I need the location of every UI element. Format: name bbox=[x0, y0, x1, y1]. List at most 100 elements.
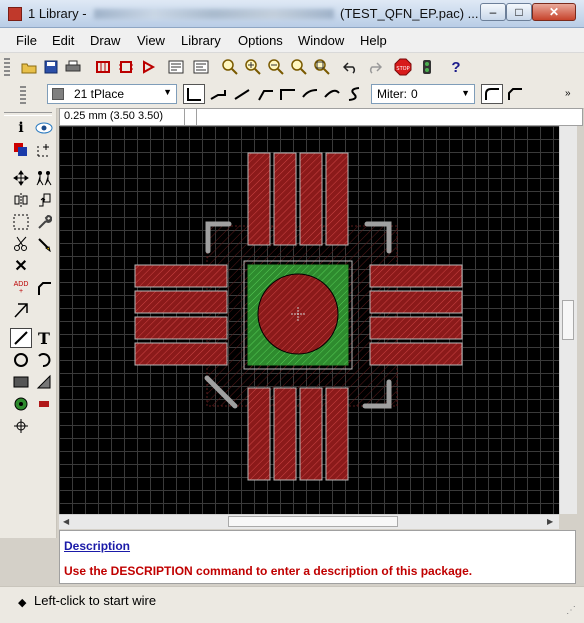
pad-right-3 bbox=[369, 316, 463, 340]
wire-bend-style-4[interactable] bbox=[277, 84, 299, 104]
window-title-file: (TEST_QFN_EP.pac) ... bbox=[340, 6, 479, 21]
text-icon[interactable]: T bbox=[33, 328, 55, 348]
move-icon[interactable] bbox=[10, 168, 32, 188]
print-icon[interactable] bbox=[63, 57, 83, 77]
toolbar-grip[interactable] bbox=[4, 58, 10, 76]
toolbar-overflow-icon[interactable]: » bbox=[565, 88, 571, 99]
zoom-redraw-icon[interactable] bbox=[289, 57, 309, 77]
window-title: 1 Library - bbox=[28, 6, 87, 21]
rect-icon[interactable] bbox=[10, 372, 32, 392]
scroll-thumb[interactable] bbox=[562, 300, 574, 340]
menu-draw[interactable]: Draw bbox=[90, 33, 120, 48]
split-scissors-icon[interactable] bbox=[10, 234, 32, 254]
maximize-button[interactable]: □ bbox=[506, 3, 532, 21]
menu-view[interactable]: View bbox=[137, 33, 165, 48]
menu-help[interactable]: Help bbox=[360, 33, 387, 48]
pad-top-1 bbox=[247, 152, 271, 246]
scroll-right-icon[interactable]: ▶ bbox=[547, 517, 553, 526]
delete-icon[interactable]: ✕ bbox=[10, 256, 32, 276]
copy-icon[interactable] bbox=[33, 168, 55, 188]
scroll-thumb[interactable] bbox=[228, 516, 398, 527]
mirror-icon[interactable] bbox=[10, 190, 32, 210]
arc-icon[interactable] bbox=[33, 350, 55, 370]
script-icon[interactable] bbox=[166, 57, 186, 77]
display-layers-icon[interactable] bbox=[10, 140, 32, 160]
wire-bend-style-5[interactable] bbox=[299, 84, 321, 104]
wire-bend-style-1[interactable] bbox=[207, 84, 229, 104]
paste-icon[interactable] bbox=[33, 234, 55, 254]
hole-icon[interactable] bbox=[10, 416, 32, 436]
description-link[interactable]: Description bbox=[64, 539, 130, 553]
pad-left-1 bbox=[134, 264, 228, 288]
minimize-button[interactable]: – bbox=[480, 3, 506, 21]
miter-straight-button[interactable] bbox=[504, 84, 526, 104]
zoom-select-icon[interactable] bbox=[312, 57, 332, 77]
pad-left-3 bbox=[134, 316, 228, 340]
zoom-out-icon[interactable] bbox=[266, 57, 286, 77]
horizontal-scrollbar[interactable]: ◀ ▶ bbox=[59, 514, 559, 529]
go-icon[interactable] bbox=[417, 57, 437, 77]
chevron-down-icon: ▼ bbox=[461, 88, 470, 98]
pad-left-2 bbox=[134, 290, 228, 314]
wire-bend-style-2[interactable] bbox=[231, 84, 253, 104]
layer-select-value: 21 tPlace bbox=[74, 87, 125, 101]
status-text: Left-click to start wire bbox=[34, 593, 157, 608]
menu-options[interactable]: Options bbox=[238, 33, 283, 48]
menu-file[interactable]: File bbox=[16, 33, 37, 48]
pad-bottom-3 bbox=[299, 387, 323, 481]
schematic-icon[interactable] bbox=[116, 57, 136, 77]
info-icon[interactable]: i bbox=[10, 118, 32, 138]
save-icon[interactable] bbox=[41, 57, 61, 77]
smd-icon[interactable] bbox=[33, 394, 55, 414]
layer-select[interactable]: 21 tPlace ▼ bbox=[47, 84, 177, 104]
wire-bend-style-7[interactable] bbox=[343, 84, 365, 104]
miter-select[interactable]: Miter: 0 ▼ bbox=[371, 84, 475, 104]
divider bbox=[196, 109, 197, 125]
add-icon[interactable]: ADD + bbox=[10, 278, 32, 298]
wire-icon[interactable] bbox=[10, 328, 32, 348]
svg-text:STOP: STOP bbox=[396, 66, 409, 72]
optimize-icon[interactable] bbox=[10, 300, 32, 320]
miter-icon[interactable] bbox=[33, 278, 55, 298]
redo-icon[interactable] bbox=[364, 57, 384, 77]
close-button[interactable]: ✕ bbox=[532, 3, 576, 21]
toolbar-grip[interactable] bbox=[20, 86, 26, 104]
zoom-fit-icon[interactable] bbox=[220, 57, 240, 77]
resize-grip-icon[interactable]: ⋰ bbox=[566, 605, 576, 616]
scroll-left-icon[interactable]: ◀ bbox=[63, 517, 69, 526]
wire-bend-style-6[interactable] bbox=[321, 84, 343, 104]
undo-icon[interactable] bbox=[341, 57, 361, 77]
help-icon[interactable]: ? bbox=[446, 57, 466, 77]
wire-bend-style-3[interactable] bbox=[255, 84, 277, 104]
divider bbox=[184, 109, 185, 125]
pad-top-4 bbox=[325, 152, 349, 246]
menu-window[interactable]: Window bbox=[298, 33, 344, 48]
pad-top-2 bbox=[273, 152, 297, 246]
menu-library[interactable]: Library bbox=[181, 33, 221, 48]
zoom-in-icon[interactable] bbox=[243, 57, 263, 77]
miter-value: 0 bbox=[411, 87, 418, 101]
description-panel: Description Use the DESCRIPTION command … bbox=[59, 530, 576, 584]
rotate-icon[interactable] bbox=[33, 190, 55, 210]
circle-icon[interactable] bbox=[10, 350, 32, 370]
open-icon[interactable] bbox=[19, 57, 39, 77]
menu-edit[interactable]: Edit bbox=[52, 33, 74, 48]
show-eye-icon[interactable] bbox=[33, 118, 55, 138]
toolbar-grip[interactable] bbox=[4, 112, 52, 116]
ulp-icon[interactable] bbox=[191, 57, 211, 77]
title-bar: 1 Library - (TEST_QFN_EP.pac) ... – □ ✕ bbox=[0, 0, 584, 28]
symbol-icon[interactable] bbox=[139, 57, 159, 77]
stop-icon[interactable]: STOP bbox=[393, 57, 413, 77]
miter-round-button[interactable] bbox=[481, 84, 503, 104]
board-icon[interactable] bbox=[93, 57, 113, 77]
coordinate-readout: 0.25 mm (3.50 3.50) bbox=[64, 110, 164, 122]
change-wrench-icon[interactable] bbox=[33, 212, 55, 232]
pad-icon[interactable] bbox=[10, 394, 32, 414]
vertical-scrollbar[interactable] bbox=[559, 126, 577, 514]
mark-icon[interactable] bbox=[33, 140, 55, 160]
group-icon[interactable] bbox=[10, 212, 32, 232]
diamond-icon: ◆ bbox=[18, 597, 27, 609]
wire-bend-style-0[interactable] bbox=[183, 84, 205, 104]
layout-canvas[interactable] bbox=[59, 126, 559, 514]
polygon-icon[interactable] bbox=[33, 372, 55, 392]
